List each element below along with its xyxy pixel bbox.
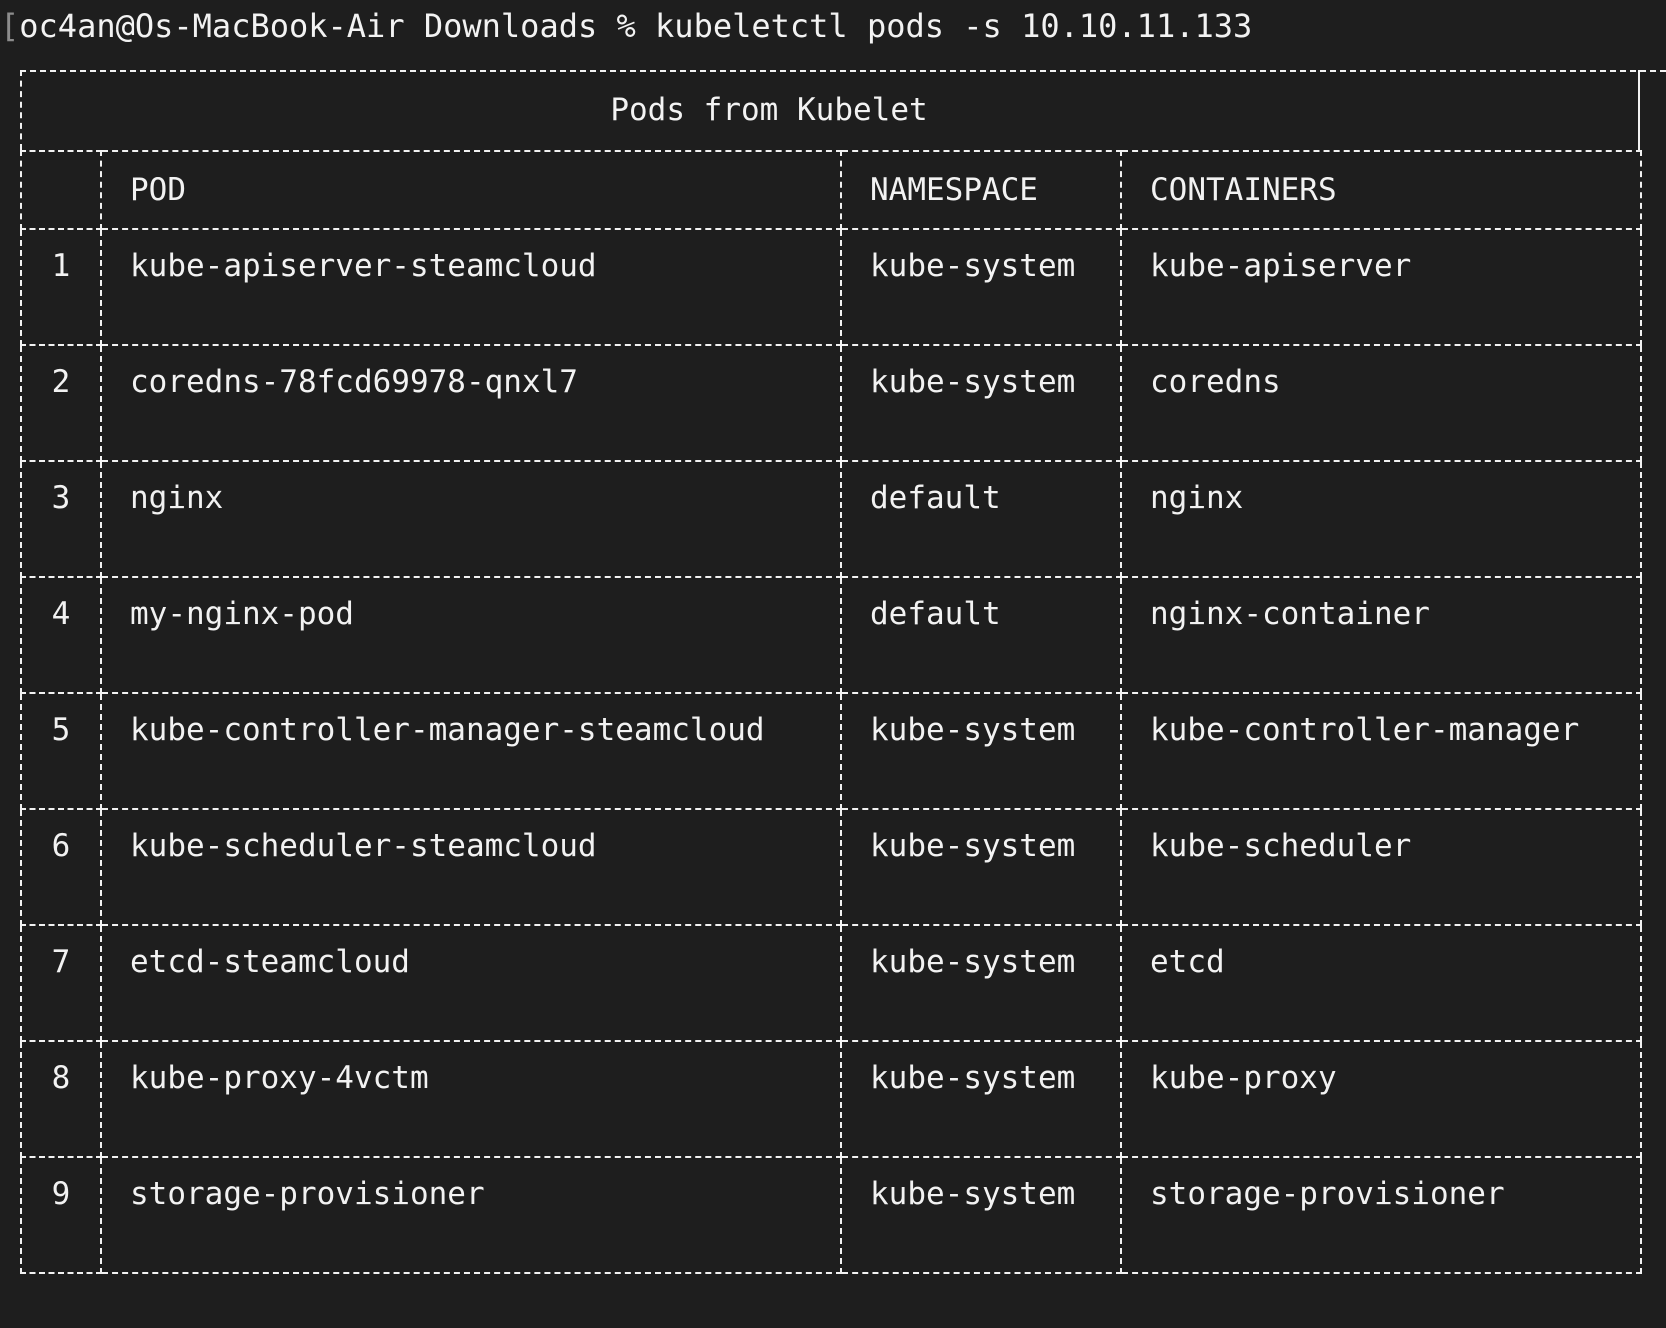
table-title: Pods from Kubelet bbox=[20, 70, 1640, 150]
row-index: 8 bbox=[20, 1040, 102, 1158]
pod-name: my-nginx-pod bbox=[100, 576, 842, 694]
row-index: 1 bbox=[20, 228, 102, 346]
row-index: 9 bbox=[20, 1156, 102, 1274]
row-index: 7 bbox=[20, 924, 102, 1042]
header-index bbox=[20, 150, 102, 230]
pod-containers: nginx-container bbox=[1120, 576, 1642, 694]
pod-containers: nginx bbox=[1120, 460, 1642, 578]
row-index: 3 bbox=[20, 460, 102, 578]
table-row: 8 kube-proxy-4vctm kube-system kube-prox… bbox=[20, 1040, 1642, 1158]
pod-name: nginx bbox=[100, 460, 842, 578]
table-row: 6 kube-scheduler-steamcloud kube-system … bbox=[20, 808, 1642, 926]
row-index: 6 bbox=[20, 808, 102, 926]
pod-name: etcd-steamcloud bbox=[100, 924, 842, 1042]
pod-name: kube-proxy-4vctm bbox=[100, 1040, 842, 1158]
pod-containers: kube-scheduler bbox=[1120, 808, 1642, 926]
pod-name: storage-provisioner bbox=[100, 1156, 842, 1274]
row-index: 4 bbox=[20, 576, 102, 694]
pod-namespace: kube-system bbox=[840, 1156, 1122, 1274]
pod-containers: storage-provisioner bbox=[1120, 1156, 1642, 1274]
table-title-right-edge bbox=[1638, 132, 1640, 152]
pod-namespace: kube-system bbox=[840, 808, 1122, 926]
pod-name: kube-scheduler-steamcloud bbox=[100, 808, 842, 926]
cursor-marker: [ bbox=[0, 7, 20, 45]
pod-containers: kube-controller-manager bbox=[1120, 692, 1642, 810]
table-row: 9 storage-provisioner kube-system storag… bbox=[20, 1156, 1642, 1274]
pods-table: POD NAMESPACE CONTAINERS 1 kube-apiserve… bbox=[20, 150, 1642, 1274]
table-row: 5 kube-controller-manager-steamcloud kub… bbox=[20, 692, 1642, 810]
pod-namespace: default bbox=[840, 576, 1122, 694]
table-row: 3 nginx default nginx bbox=[20, 460, 1642, 578]
pods-table-container: Pods from Kubelet POD NAMESPACE CONTAINE… bbox=[20, 70, 1642, 1274]
pod-containers: kube-apiserver bbox=[1120, 228, 1642, 346]
pod-name: coredns-78fcd69978-qnxl7 bbox=[100, 344, 842, 462]
table-row: 1 kube-apiserver-steamcloud kube-system … bbox=[20, 228, 1642, 346]
header-containers: CONTAINERS bbox=[1120, 150, 1642, 230]
header-pod: POD bbox=[100, 150, 842, 230]
row-index: 5 bbox=[20, 692, 102, 810]
header-namespace: NAMESPACE bbox=[840, 150, 1122, 230]
table-row: 4 my-nginx-pod default nginx-container bbox=[20, 576, 1642, 694]
pod-namespace: kube-system bbox=[840, 692, 1122, 810]
pod-namespace: default bbox=[840, 460, 1122, 578]
pod-namespace: kube-system bbox=[840, 344, 1122, 462]
pod-namespace: kube-system bbox=[840, 924, 1122, 1042]
command-text: kubeletctl pods -s 10.10.11.133 bbox=[655, 7, 1253, 45]
row-index: 2 bbox=[20, 344, 102, 462]
pod-name: kube-controller-manager-steamcloud bbox=[100, 692, 842, 810]
pod-containers: etcd bbox=[1120, 924, 1642, 1042]
pod-namespace: kube-system bbox=[840, 1040, 1122, 1158]
table-row: 7 etcd-steamcloud kube-system etcd bbox=[20, 924, 1642, 1042]
pod-namespace: kube-system bbox=[840, 228, 1122, 346]
pod-containers: kube-proxy bbox=[1120, 1040, 1642, 1158]
pod-containers: coredns bbox=[1120, 344, 1642, 462]
table-header-row: POD NAMESPACE CONTAINERS bbox=[20, 150, 1642, 230]
pod-name: kube-apiserver-steamcloud bbox=[100, 228, 842, 346]
prompt-text: oc4an@Os-MacBook-Air Downloads % bbox=[19, 7, 656, 45]
table-row: 2 coredns-78fcd69978-qnxl7 kube-system c… bbox=[20, 344, 1642, 462]
terminal-prompt-line: [oc4an@Os-MacBook-Air Downloads % kubele… bbox=[0, 6, 1252, 46]
